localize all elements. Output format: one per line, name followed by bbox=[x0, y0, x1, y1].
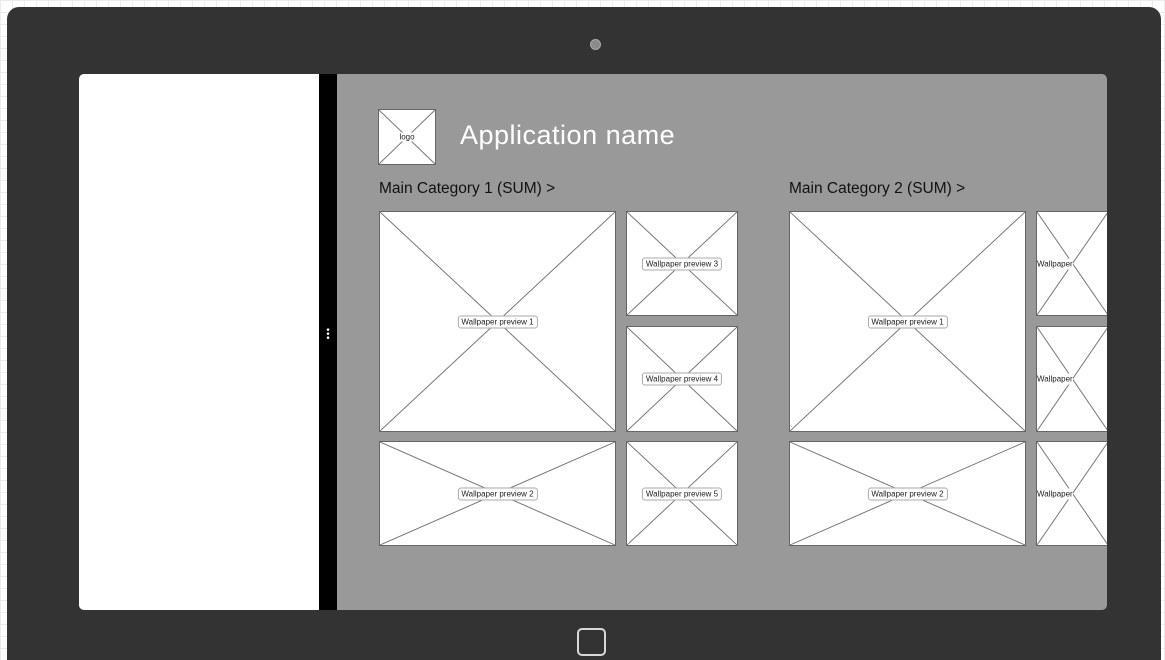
preview-label: Wallpaper preview 4 bbox=[641, 372, 723, 386]
category-1-preview-5[interactable]: Wallpaper preview 5 bbox=[626, 441, 738, 546]
category-1-preview-1[interactable]: Wallpaper preview 1 bbox=[379, 211, 616, 432]
preview-label: Wallpaper bbox=[1037, 373, 1073, 385]
screen: • • • logo Application name Main Category … bbox=[79, 74, 1107, 610]
preview-label: Wallpaper bbox=[1037, 488, 1073, 499]
category-2-preview-1[interactable]: Wallpaper preview 1 bbox=[789, 211, 1026, 432]
panel-splitter[interactable]: • • • bbox=[319, 74, 337, 610]
camera-icon bbox=[590, 39, 601, 50]
home-button[interactable] bbox=[577, 628, 606, 656]
preview-label: Wallpaper preview 1 bbox=[457, 315, 538, 328]
app-logo: logo bbox=[378, 109, 436, 165]
category-1-preview-4[interactable]: Wallpaper preview 4 bbox=[626, 326, 738, 432]
preview-label: Wallpaper preview 3 bbox=[641, 257, 723, 270]
preview-label: Wallpaper preview 5 bbox=[641, 487, 723, 500]
app-title: Application name bbox=[460, 120, 676, 150]
category-2-preview-2[interactable]: Wallpaper preview 2 bbox=[789, 441, 1026, 546]
category-2-title[interactable]: Main Category 2 (SUM) > bbox=[789, 180, 965, 198]
category-1-preview-2[interactable]: Wallpaper preview 2 bbox=[379, 441, 616, 546]
grip-dots-icon: • • • bbox=[325, 326, 331, 344]
category-2-preview-4[interactable]: Wallpaper bbox=[1036, 326, 1107, 432]
side-panel bbox=[79, 74, 319, 610]
preview-label: Wallpaper preview 2 bbox=[867, 487, 948, 500]
category-1-preview-3[interactable]: Wallpaper preview 3 bbox=[626, 211, 738, 316]
preview-label: Wallpaper preview 2 bbox=[457, 487, 538, 500]
category-2-preview-3[interactable]: Wallpaper bbox=[1036, 211, 1107, 316]
tablet-frame: • • • logo Application name Main Category … bbox=[7, 7, 1161, 660]
category-2-preview-5[interactable]: Wallpaper bbox=[1036, 441, 1107, 546]
preview-label: Wallpaper bbox=[1037, 258, 1073, 269]
category-1-title[interactable]: Main Category 1 (SUM) > bbox=[379, 180, 555, 198]
logo-label: logo bbox=[399, 132, 415, 142]
preview-label: Wallpaper preview 1 bbox=[867, 315, 948, 328]
